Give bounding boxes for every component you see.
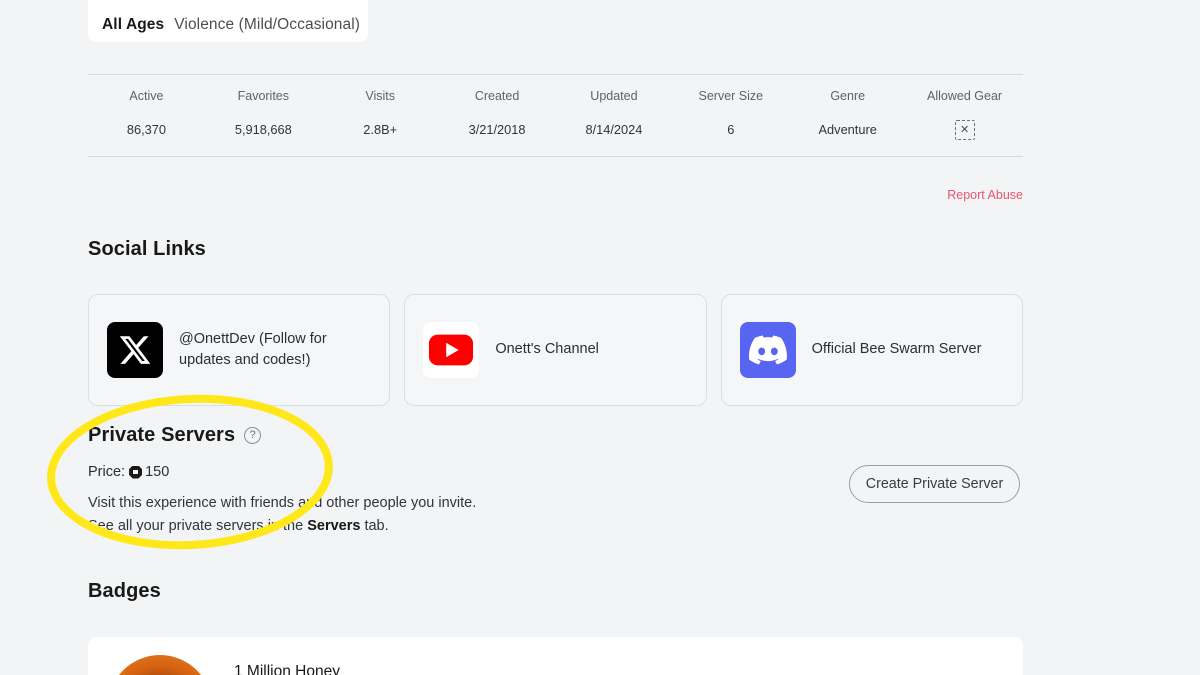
- experience-stats: Active 86,370 Favorites 5,918,668 Visits…: [88, 74, 1023, 157]
- stat-created: Created 3/21/2018: [439, 89, 556, 140]
- stats-bottom-divider: [88, 156, 1023, 157]
- stat-label: Allowed Gear: [906, 89, 1023, 103]
- report-abuse-link[interactable]: Report Abuse: [88, 188, 1023, 202]
- stat-allowed-gear: Allowed Gear ✕: [906, 89, 1023, 140]
- private-servers-title-row: Private Servers ?: [88, 424, 1023, 447]
- stats-row: Active 86,370 Favorites 5,918,668 Visits…: [88, 75, 1023, 156]
- social-card-twitter[interactable]: @OnettDev (Follow for updates and codes!…: [88, 294, 390, 406]
- stat-favorites: Favorites 5,918,668: [205, 89, 322, 140]
- badge-info: 1 Million Honey You've achieved the rank…: [234, 655, 504, 675]
- social-card-discord[interactable]: Official Bee Swarm Server: [721, 294, 1023, 406]
- stat-label: Genre: [789, 89, 906, 103]
- social-links-heading: Social Links: [88, 238, 1023, 261]
- stat-value: 86,370: [88, 120, 205, 138]
- stat-label: Updated: [556, 89, 673, 103]
- price-label: Price:: [88, 464, 125, 480]
- social-card-youtube[interactable]: Onett's Channel: [404, 294, 706, 406]
- badges-heading: Badges: [88, 580, 1023, 603]
- price-value: 150: [145, 464, 169, 480]
- stat-value: 6: [672, 120, 789, 138]
- stat-server-size: Server Size 6: [672, 89, 789, 140]
- stat-value: 8/14/2024: [556, 120, 673, 138]
- content-rating-pill[interactable]: All Ages Violence (Mild/Occasional): [88, 0, 368, 42]
- social-card-label: Onett's Channel: [495, 339, 599, 360]
- stat-value: ✕: [906, 120, 1023, 140]
- badge-list-item[interactable]: 1 Million Honey You've achieved the rank…: [88, 637, 1023, 675]
- robux-icon: [129, 466, 142, 479]
- stat-value: 3/21/2018: [439, 120, 556, 138]
- private-servers-description-line2: See all your private servers in the Serv…: [88, 515, 1023, 538]
- stat-label: Created: [439, 89, 556, 103]
- social-card-label: Official Bee Swarm Server: [812, 339, 982, 360]
- youtube-icon: [423, 322, 479, 378]
- servers-tab-link[interactable]: Servers: [307, 518, 360, 534]
- social-links-grid: @OnettDev (Follow for updates and codes!…: [88, 294, 1023, 406]
- stat-value: 2.8B+: [322, 120, 439, 138]
- stat-visits: Visits 2.8B+: [322, 89, 439, 140]
- age-rating-label: All Ages: [102, 16, 164, 34]
- honey-badge-icon: [108, 655, 212, 675]
- social-links-section: Social Links @OnettDev (Follow for updat…: [88, 238, 1023, 406]
- x-twitter-icon: [107, 322, 163, 378]
- discord-icon: [740, 322, 796, 378]
- social-card-label: @OnettDev (Follow for updates and codes!…: [179, 329, 354, 371]
- question-mark-circle-icon[interactable]: ?: [244, 427, 261, 444]
- stat-updated: Updated 8/14/2024: [556, 89, 673, 140]
- stat-label: Favorites: [205, 89, 322, 103]
- stat-label: Server Size: [672, 89, 789, 103]
- stat-value: 5,918,668: [205, 120, 322, 138]
- stat-value: Adventure: [789, 120, 906, 138]
- private-servers-heading: Private Servers: [88, 424, 235, 447]
- description-prefix: See all your private servers in the: [88, 518, 307, 534]
- stat-active: Active 86,370: [88, 89, 205, 140]
- description-suffix: tab.: [360, 518, 388, 534]
- stat-label: Active: [88, 89, 205, 103]
- x-dashed-box-icon: ✕: [955, 120, 975, 140]
- create-private-server-button[interactable]: Create Private Server: [849, 465, 1020, 503]
- badges-section: Badges 1 Million Honey You've achieved t…: [88, 580, 1023, 675]
- report-abuse-container: Report Abuse: [88, 188, 1023, 206]
- content-descriptor-label: Violence (Mild/Occasional): [174, 16, 360, 34]
- badge-name: 1 Million Honey: [234, 663, 504, 675]
- stat-label: Visits: [322, 89, 439, 103]
- experience-page: All Ages Violence (Mild/Occasional) Acti…: [0, 0, 1200, 675]
- stat-genre: Genre Adventure: [789, 89, 906, 140]
